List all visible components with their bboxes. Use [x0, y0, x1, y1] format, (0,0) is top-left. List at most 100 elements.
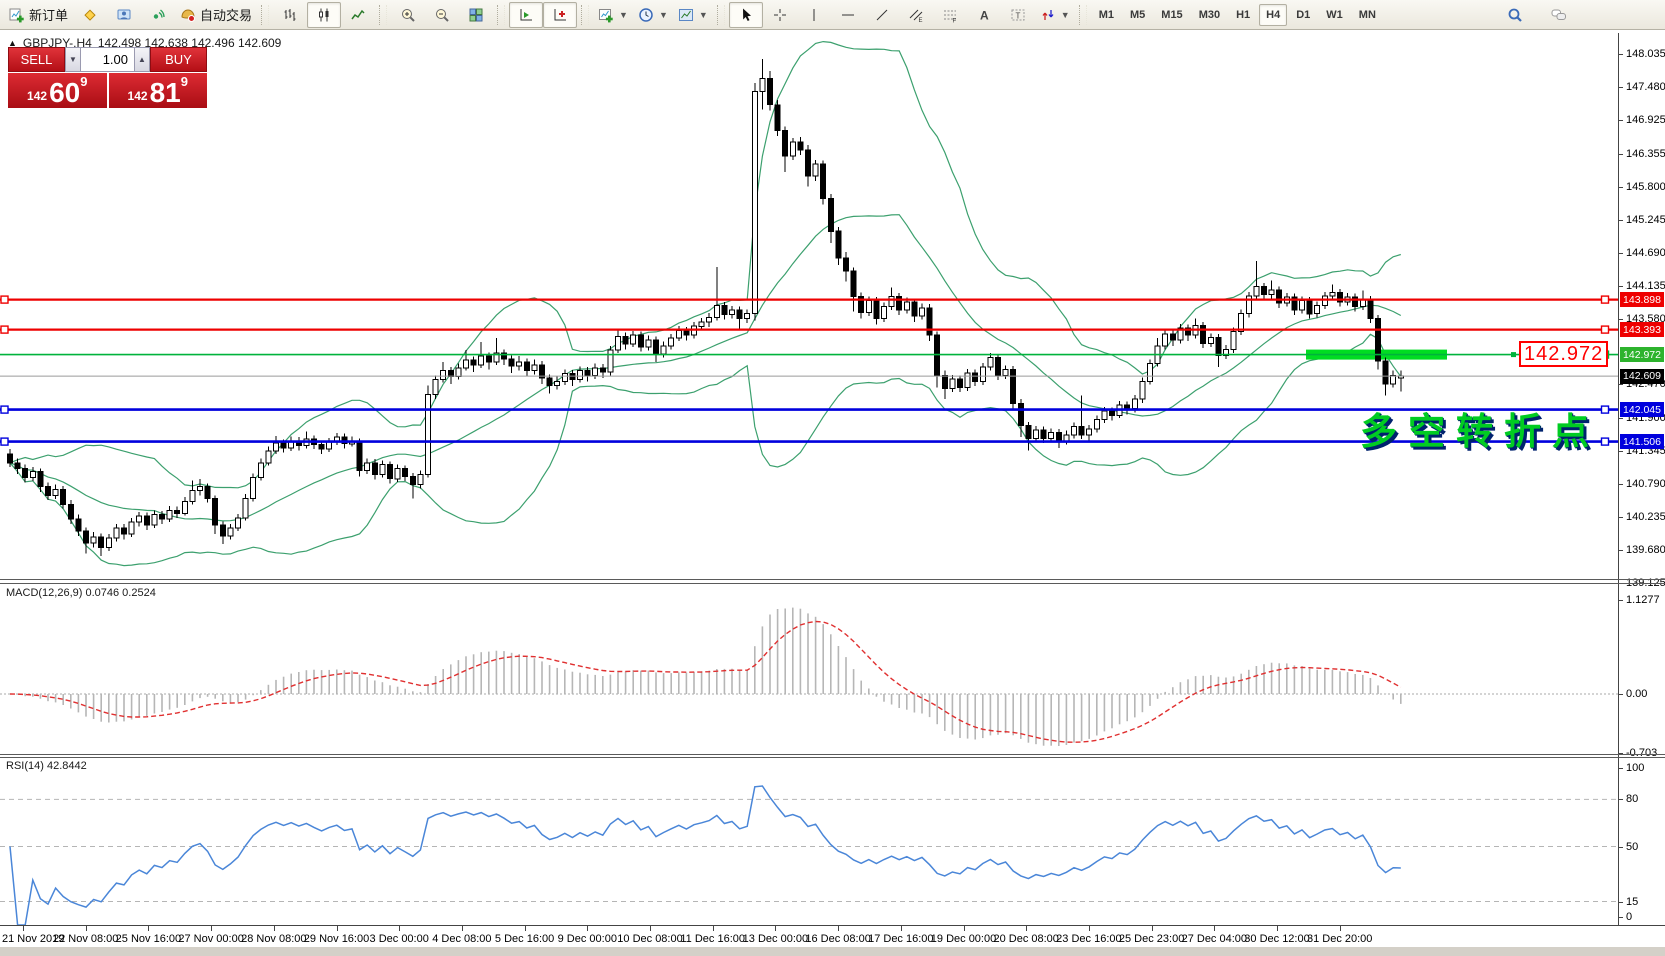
volume-input[interactable]: 1.00 — [81, 47, 134, 72]
shift-icon — [552, 7, 568, 23]
axis-tick — [1619, 517, 1623, 518]
tile-windows-button[interactable] — [459, 2, 493, 28]
time-axis-label: 23 Dec 16:00 — [1056, 933, 1121, 945]
price-axis[interactable]: 148.035147.480146.925146.355145.800145.2… — [1618, 33, 1665, 925]
timeframe-m5[interactable]: M5 — [1123, 4, 1152, 26]
axis-tick — [1619, 54, 1623, 55]
volume-down-button[interactable]: ▼ — [65, 47, 81, 72]
turning-point-annotation[interactable]: 多空转折点 — [1360, 401, 1600, 455]
macd-indicator-label: MACD(12,26,9) 0.0746 0.2524 — [6, 587, 156, 599]
chat-button[interactable] — [1542, 2, 1576, 28]
search-icon — [1507, 7, 1523, 23]
timeframe-h4[interactable]: H4 — [1259, 4, 1287, 26]
zoom-in-button[interactable] — [391, 2, 425, 28]
window-bottom-strip — [0, 947, 1665, 956]
terminal-button[interactable] — [107, 2, 141, 28]
axis-tick — [1619, 253, 1623, 254]
rsi-axis-label: 100 — [1626, 762, 1644, 774]
templates-button[interactable]: ▼ — [673, 2, 713, 28]
new-chart-button[interactable]: ▼ — [593, 2, 633, 28]
macd-axis-label: 0.00 — [1626, 688, 1647, 700]
time-axis[interactable]: 21 Nov 201922 Nov 08:0025 Nov 16:0027 No… — [0, 925, 1665, 948]
time-tick — [274, 926, 275, 931]
arrows-button[interactable]: ▼ — [1035, 2, 1075, 28]
autotrading-hat-icon — [180, 7, 196, 23]
bid-price-tile[interactable]: 142 60 9 — [8, 73, 107, 108]
signals-button[interactable] — [141, 2, 175, 28]
axis-tick — [1619, 902, 1623, 903]
line-chart-button[interactable] — [341, 2, 375, 28]
timeframe-m15[interactable]: M15 — [1154, 4, 1189, 26]
time-tick — [337, 926, 338, 931]
buy-button[interactable]: BUY — [150, 47, 207, 72]
axis-tick — [1619, 384, 1623, 385]
new-order-button[interactable]: 新订单 — [4, 2, 73, 28]
candles-chart-button[interactable] — [307, 2, 341, 28]
new-chart-icon — [598, 7, 614, 23]
rsi-separator[interactable] — [0, 754, 1665, 755]
clock-icon — [638, 7, 654, 23]
cursor-button[interactable] — [729, 2, 763, 28]
profile-icon — [678, 7, 694, 23]
vertical-line-button[interactable] — [797, 2, 831, 28]
text-button[interactable]: A — [967, 2, 1001, 28]
sell-button[interactable]: SELL — [8, 47, 65, 72]
autotrading-button[interactable]: 自动交易 — [175, 2, 257, 28]
time-tick — [525, 926, 526, 931]
text-label-button[interactable]: T — [1001, 2, 1035, 28]
axis-tick — [1619, 484, 1623, 485]
rsi-axis-label: 0 — [1626, 911, 1632, 923]
time-tick — [713, 926, 714, 931]
rsi-separator-2 — [0, 757, 1665, 758]
time-tick — [587, 926, 588, 931]
bars-chart-button[interactable] — [273, 2, 307, 28]
crosshair-button[interactable] — [763, 2, 797, 28]
broadcast-icon — [150, 7, 166, 23]
volume-up-button[interactable]: ▲ — [134, 47, 150, 72]
chart-canvas[interactable] — [0, 33, 1618, 925]
toolbar-separator — [261, 5, 269, 25]
horizontal-line-button[interactable] — [831, 2, 865, 28]
periods-button[interactable]: ▼ — [633, 2, 673, 28]
time-axis-label: 27 Dec 04:00 — [1182, 933, 1247, 945]
svg-text:A: A — [980, 8, 989, 22]
time-axis-label: 5 Dec 16:00 — [495, 933, 554, 945]
axis-tick — [1619, 917, 1623, 918]
timeframe-w1[interactable]: W1 — [1319, 4, 1350, 26]
chevron-down-icon: ▼ — [699, 10, 708, 20]
arrows-icon — [1040, 7, 1056, 23]
timeframe-m30[interactable]: M30 — [1192, 4, 1227, 26]
zoom-out-button[interactable] — [425, 2, 459, 28]
new-order-button-label: 新订单 — [29, 5, 68, 24]
fibonacci-button[interactable]: F — [933, 2, 967, 28]
time-tick — [1277, 926, 1278, 931]
time-axis-label: 25 Nov 16:00 — [116, 933, 181, 945]
time-axis-label: 10 Dec 08:00 — [617, 933, 682, 945]
price-level-callout[interactable]: 142.972 — [1519, 341, 1608, 367]
auto-scroll-button[interactable] — [509, 2, 543, 28]
trendline-button[interactable] — [865, 2, 899, 28]
axis-tick — [1619, 550, 1623, 551]
time-axis-label: 20 Dec 08:00 — [993, 933, 1058, 945]
bid-pipette: 9 — [80, 74, 87, 89]
channel-button[interactable]: E — [899, 2, 933, 28]
axis-tick — [1619, 418, 1623, 419]
timeframe-h1[interactable]: H1 — [1229, 4, 1257, 26]
timeframe-d1[interactable]: D1 — [1289, 4, 1317, 26]
bid-prefix: 142 — [27, 89, 47, 103]
ask-price-t ile[interactable]: 142 81 9 — [109, 73, 208, 108]
time-tick — [23, 926, 24, 931]
line-chart-icon — [350, 7, 366, 23]
time-tick — [775, 926, 776, 931]
diamond-icon — [82, 7, 98, 23]
metaeditor-button[interactable] — [73, 2, 107, 28]
hline-icon — [840, 7, 856, 23]
timeframe-mn[interactable]: MN — [1352, 4, 1383, 26]
macd-separator[interactable] — [0, 579, 1665, 580]
axis-tick — [1619, 799, 1623, 800]
axis-tick — [1619, 451, 1623, 452]
time-axis-label: 11 Dec 16:00 — [680, 933, 745, 945]
chart-shift-button[interactable] — [543, 2, 577, 28]
search-button[interactable] — [1498, 2, 1532, 28]
timeframe-m1[interactable]: M1 — [1092, 4, 1121, 26]
